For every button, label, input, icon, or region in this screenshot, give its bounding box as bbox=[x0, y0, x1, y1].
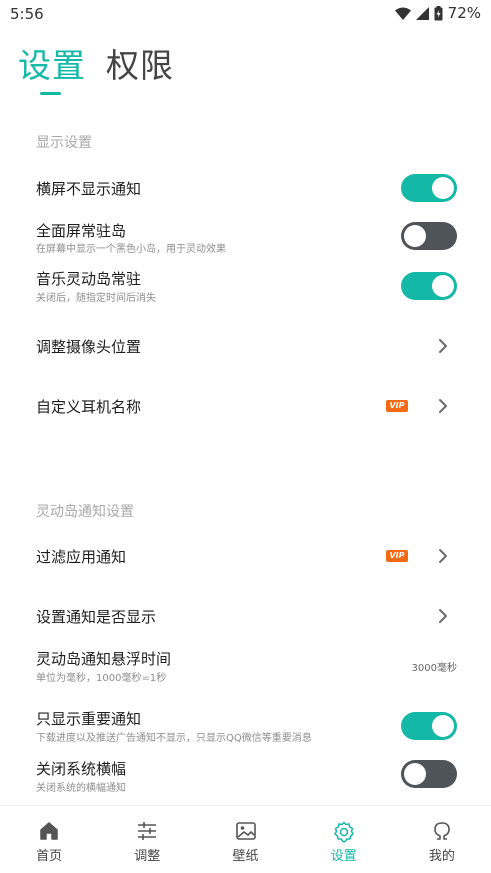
home-icon bbox=[40, 822, 58, 840]
nav-label-settings: 设置 bbox=[330, 849, 357, 864]
nav-label-mine: 我的 bbox=[428, 849, 455, 864]
gear-icon bbox=[333, 821, 354, 843]
fullscreen-island-toggle[interactable] bbox=[401, 222, 457, 250]
vip-badge: VIP bbox=[386, 400, 408, 412]
setting-row-notify-visibility[interactable]: 设置通知是否显示 bbox=[0, 600, 491, 632]
setting-row-important-only[interactable]: 只显示重要通知 下载进度以及推送广告通知不显示，只显示QQ微信等重要消息 bbox=[0, 708, 491, 744]
nav-label-adjust: 调整 bbox=[134, 849, 161, 864]
setting-row-close-banner[interactable]: 关闭系统横幅 关闭系统的横幅通知 bbox=[0, 758, 491, 794]
music-island-toggle[interactable] bbox=[401, 272, 457, 300]
important-only-toggle[interactable] bbox=[401, 712, 457, 740]
setting-row-subtitle: 在屏幕中显示一个黑色小岛，用于灵动效果 bbox=[36, 244, 226, 255]
setting-row-filter-apps[interactable]: 过滤应用通知 VIP bbox=[0, 540, 491, 572]
landscape-no-notify-toggle[interactable] bbox=[401, 174, 457, 202]
setting-row-subtitle: 关闭后，随指定时间后消失 bbox=[36, 293, 156, 304]
tab-settings[interactable]: 设置 bbox=[18, 44, 86, 88]
chevron-right-icon bbox=[439, 549, 447, 563]
nav-item-mine[interactable]: 我的 bbox=[393, 806, 491, 873]
chevron-right-icon bbox=[439, 399, 447, 413]
setting-row-headphone-name[interactable]: 自定义耳机名称 VIP bbox=[0, 390, 491, 422]
nav-item-adjust[interactable]: 调整 bbox=[98, 806, 196, 873]
setting-row-subtitle: 关闭系统的横幅通知 bbox=[36, 783, 126, 794]
setting-row-title: 调整摄像头位置 bbox=[36, 338, 142, 356]
section-title-display: 显示设置 bbox=[36, 135, 92, 151]
image-icon bbox=[235, 822, 256, 840]
signal-icon bbox=[415, 6, 429, 20]
nav-label-wallpaper: 壁纸 bbox=[232, 849, 259, 864]
battery-text: 72% bbox=[447, 4, 481, 22]
toggle-knob bbox=[404, 763, 426, 785]
setting-row-hover-time[interactable]: 灵动岛通知悬浮时间 单位为毫秒，1000毫秒=1秒 3000毫秒 bbox=[0, 648, 491, 684]
user-icon bbox=[434, 822, 450, 840]
setting-row-title: 灵动岛通知悬浮时间 bbox=[36, 650, 172, 668]
setting-row-landscape-no-notify[interactable]: 横屏不显示通知 bbox=[0, 170, 491, 206]
setting-row-title: 设置通知是否显示 bbox=[36, 608, 157, 626]
close-banner-toggle[interactable] bbox=[401, 760, 457, 788]
setting-row-title: 全面屏常驻岛 bbox=[36, 222, 127, 240]
sliders-icon bbox=[138, 822, 157, 840]
setting-row-subtitle: 下载进度以及推送广告通知不显示，只显示QQ微信等重要消息 bbox=[36, 733, 312, 744]
nav-item-settings[interactable]: 设置 bbox=[295, 806, 393, 873]
status-icons: 72% bbox=[394, 4, 481, 22]
section-title-notify: 灵动岛通知设置 bbox=[36, 504, 134, 520]
status-bar: 5:56 72% bbox=[0, 0, 491, 28]
toggle-knob bbox=[404, 225, 426, 247]
wifi-icon bbox=[394, 7, 411, 20]
setting-row-music-island[interactable]: 音乐灵动岛常驻 关闭后，随指定时间后消失 bbox=[0, 268, 491, 304]
setting-row-fullscreen-island[interactable]: 全面屏常驻岛 在屏幕中显示一个黑色小岛，用于灵动效果 bbox=[0, 220, 491, 256]
toggle-knob bbox=[432, 275, 454, 297]
header-tabs: 设置 权限 bbox=[18, 44, 174, 88]
setting-row-title: 过滤应用通知 bbox=[36, 548, 127, 566]
hover-time-value: 3000毫秒 bbox=[411, 663, 457, 674]
status-time: 5:56 bbox=[10, 5, 44, 23]
toggle-knob bbox=[432, 715, 454, 737]
setting-row-title: 音乐灵动岛常驻 bbox=[36, 270, 142, 288]
vip-badge: VIP bbox=[386, 550, 408, 562]
nav-item-wallpaper[interactable]: 壁纸 bbox=[196, 806, 294, 873]
chevron-right-icon bbox=[439, 609, 447, 623]
nav-item-home[interactable]: 首页 bbox=[0, 806, 98, 873]
setting-row-title: 横屏不显示通知 bbox=[36, 180, 142, 198]
toggle-knob bbox=[432, 177, 454, 199]
battery-icon bbox=[434, 5, 443, 20]
tab-underline bbox=[40, 92, 61, 95]
setting-row-title: 自定义耳机名称 bbox=[36, 398, 142, 416]
setting-row-title: 只显示重要通知 bbox=[36, 710, 142, 728]
setting-row-subtitle: 单位为毫秒，1000毫秒=1秒 bbox=[36, 673, 167, 684]
bottom-nav: 首页 调整 壁纸 设置 我的 bbox=[0, 806, 491, 873]
setting-row-title: 关闭系统横幅 bbox=[36, 760, 127, 778]
setting-row-camera-position[interactable]: 调整摄像头位置 bbox=[0, 330, 491, 362]
tab-permissions[interactable]: 权限 bbox=[106, 44, 174, 88]
chevron-right-icon bbox=[439, 339, 447, 353]
nav-label-home: 首页 bbox=[36, 849, 63, 864]
